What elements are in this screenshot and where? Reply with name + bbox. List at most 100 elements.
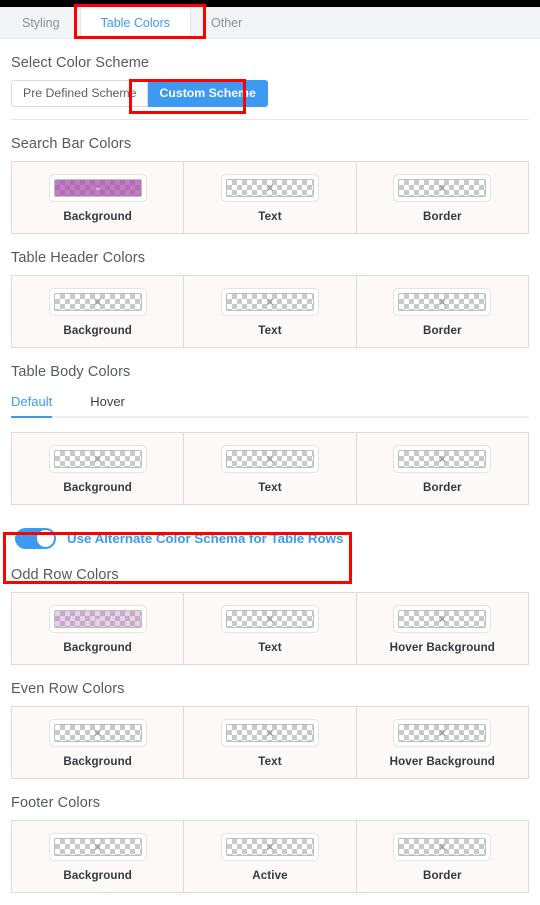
color-cell-footer-border[interactable]: ✕ Border	[357, 821, 528, 892]
color-cell-even-text[interactable]: ✕ Text	[184, 707, 357, 778]
swatch-preview: ✕	[53, 838, 142, 856]
color-cell-label: Active	[252, 869, 288, 882]
swatch-preview: ✕	[398, 838, 487, 856]
swatch-preview: ✕	[398, 293, 487, 311]
color-swatch-footer-active[interactable]: ✕	[220, 833, 319, 861]
swatch-preview: ✕	[225, 838, 314, 856]
swatch-preview: ✕	[398, 610, 487, 628]
alternate-color-schema-label: Use Alternate Color Schema for Table Row…	[67, 531, 344, 546]
swatch-preview: ⌄	[53, 179, 142, 197]
color-cell-label: Background	[63, 869, 132, 882]
color-cell-header-background[interactable]: ✕ Background	[12, 276, 185, 347]
swatch-preview: ✕	[398, 724, 487, 742]
color-cell-label: Background	[63, 641, 132, 654]
subtab-hover[interactable]: Hover	[90, 390, 125, 416]
transparent-x-icon: ✕	[265, 840, 275, 854]
chevron-down-icon: ⌄	[93, 613, 102, 624]
swatch-preview: ✕	[225, 179, 314, 197]
tab-styling[interactable]: Styling	[2, 7, 80, 38]
color-cell-label: Border	[423, 324, 462, 337]
color-cell-search-background[interactable]: ⌄ Background	[12, 162, 185, 233]
chevron-down-icon: ⌄	[93, 182, 102, 193]
color-swatch-header-border[interactable]: ✕	[393, 288, 492, 316]
transparent-x-icon: ✕	[265, 181, 275, 195]
pre-defined-scheme-button[interactable]: Pre Defined Scheme	[11, 80, 149, 107]
color-swatch-odd-hover-background[interactable]: ✕	[393, 605, 492, 633]
color-cell-label: Text	[258, 755, 282, 768]
swatch-preview: ✕	[225, 450, 314, 468]
color-swatch-even-hover-background[interactable]: ✕	[393, 719, 492, 747]
color-swatch-body-border[interactable]: ✕	[393, 445, 492, 473]
transparent-x-icon: ✕	[93, 840, 103, 854]
custom-scheme-button[interactable]: Custom Scheme	[148, 80, 268, 107]
color-cell-odd-hover-background[interactable]: ✕ Hover Background	[357, 593, 528, 664]
color-swatch-odd-background[interactable]: ⌄	[48, 605, 147, 633]
color-cell-label: Border	[423, 210, 462, 223]
transparent-x-icon: ✕	[437, 840, 447, 854]
color-swatch-body-background[interactable]: ✕	[48, 445, 147, 473]
settings-panel: Styling Table Colors Other Select Color …	[0, 0, 540, 905]
color-cell-label: Border	[423, 869, 462, 882]
transparent-x-icon: ✕	[437, 726, 447, 740]
color-cell-footer-background[interactable]: ✕ Background	[12, 821, 185, 892]
footer-colors-heading: Footer Colors	[11, 795, 101, 811]
subtab-default[interactable]: Default	[11, 390, 53, 418]
swatch-preview: ✕	[398, 450, 487, 468]
color-cell-label: Text	[258, 210, 282, 223]
color-cell-body-border[interactable]: ✕ Border	[357, 433, 528, 504]
transparent-x-icon: ✕	[265, 726, 275, 740]
color-cell-header-text[interactable]: ✕ Text	[184, 276, 357, 347]
transparent-x-icon: ✕	[265, 452, 275, 466]
scheme-button-group: Pre Defined Scheme Custom Scheme	[11, 80, 529, 107]
alternate-color-schema-row[interactable]: Use Alternate Color Schema for Table Row…	[11, 524, 529, 553]
color-swatch-even-text[interactable]: ✕	[220, 719, 319, 747]
color-swatch-search-background[interactable]: ⌄	[48, 174, 147, 202]
divider	[11, 119, 529, 120]
color-cell-footer-active[interactable]: ✕ Active	[184, 821, 357, 892]
tab-table-colors[interactable]: Table Colors	[79, 7, 192, 39]
transparent-x-icon: ✕	[437, 452, 447, 466]
swatch-preview: ✕	[225, 610, 314, 628]
color-cell-search-text[interactable]: ✕ Text	[184, 162, 357, 233]
transparent-x-icon: ✕	[93, 295, 103, 309]
color-swatch-footer-border[interactable]: ✕	[393, 833, 492, 861]
color-swatch-body-text[interactable]: ✕	[220, 445, 319, 473]
odd-row-colors-heading: Odd Row Colors	[11, 567, 119, 583]
color-swatch-search-text[interactable]: ✕	[220, 174, 319, 202]
color-cell-label: Text	[258, 324, 282, 337]
search-bar-colors-card: ⌄ Background ✕ Text ✕ Border	[11, 161, 529, 234]
swatch-preview: ✕	[53, 450, 142, 468]
color-swatch-footer-background[interactable]: ✕	[48, 833, 147, 861]
color-cell-body-background[interactable]: ✕ Background	[12, 433, 185, 504]
swatch-preview: ✕	[53, 293, 142, 311]
color-swatch-odd-text[interactable]: ✕	[220, 605, 319, 633]
color-swatch-even-background[interactable]: ✕	[48, 719, 147, 747]
color-cell-label: Background	[63, 755, 132, 768]
window-top-strip	[0, 0, 540, 7]
color-swatch-search-border[interactable]: ✕	[393, 174, 492, 202]
color-cell-header-border[interactable]: ✕ Border	[357, 276, 528, 347]
swatch-preview: ✕	[53, 724, 142, 742]
table-header-colors-card: ✕ Background ✕ Text ✕ Border	[11, 275, 529, 348]
transparent-x-icon: ✕	[437, 181, 447, 195]
transparent-x-icon: ✕	[437, 612, 447, 626]
alternate-color-schema-toggle[interactable]	[15, 528, 56, 549]
color-swatch-header-background[interactable]: ✕	[48, 288, 147, 316]
color-cell-even-background[interactable]: ✕ Background	[12, 707, 185, 778]
even-row-colors-heading: Even Row Colors	[11, 681, 125, 697]
transparent-x-icon: ✕	[265, 295, 275, 309]
toggle-knob	[37, 530, 54, 547]
color-cell-body-text[interactable]: ✕ Text	[184, 433, 357, 504]
table-body-colors-heading: Table Body Colors	[11, 364, 131, 380]
color-cell-label: Background	[63, 481, 132, 494]
color-swatch-header-text[interactable]: ✕	[220, 288, 319, 316]
tab-other[interactable]: Other	[191, 7, 262, 38]
transparent-x-icon: ✕	[437, 295, 447, 309]
swatch-preview: ✕	[398, 179, 487, 197]
odd-row-colors-card: ⌄ Background ✕ Text ✕ Hover Background	[11, 592, 529, 665]
color-cell-even-hover-background[interactable]: ✕ Hover Background	[357, 707, 528, 778]
swatch-preview: ✕	[225, 724, 314, 742]
color-cell-odd-text[interactable]: ✕ Text	[184, 593, 357, 664]
color-cell-odd-background[interactable]: ⌄ Background	[12, 593, 185, 664]
color-cell-search-border[interactable]: ✕ Border	[357, 162, 528, 233]
